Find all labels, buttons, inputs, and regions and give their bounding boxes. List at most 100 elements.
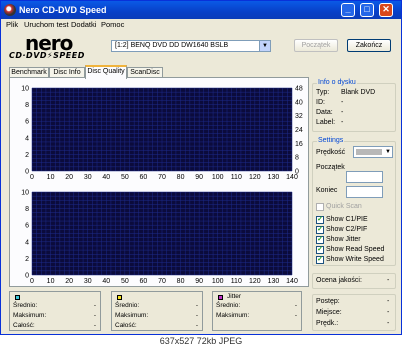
start-position-label: Początek [316, 164, 345, 171]
chart-0-y2-tick-label: 8 [295, 155, 299, 162]
speed-readout-label: Prędk.: [316, 320, 339, 327]
disc-date-label: Data: [316, 109, 333, 116]
c1-total-value: - [93, 322, 96, 329]
disc-label-label: Label: [316, 119, 336, 126]
chart-0-y-tick-label: 10 [21, 86, 29, 93]
menu-bar: Plik Uruchom test Dodatki Pomoc [1, 19, 401, 30]
chart-0-x-tick-label: 10 [47, 174, 55, 181]
position-label: Miejsce: [316, 309, 342, 316]
end-button[interactable]: Zakończ [347, 39, 391, 52]
nero-logo: nero CD·DVD⚡SPEED [9, 31, 104, 60]
chart-0-x-tick-label: 120 [249, 174, 261, 181]
chart-0-x-tick-label: 40 [102, 174, 110, 181]
chart-0-y-tick-label: 2 [25, 152, 29, 159]
chart-0-x-tick-label: 100 [212, 174, 224, 181]
jitter-maximum-value: - [294, 312, 297, 319]
speed-chevron-down-icon[interactable]: ▼ [385, 147, 391, 157]
minimize-button[interactable]: _ [341, 3, 355, 17]
quick-scan-checkbox[interactable] [316, 203, 324, 211]
chart-0-x-tick-label: 30 [84, 174, 92, 181]
chart-0-x-tick-label: 70 [158, 174, 166, 181]
drive-select[interactable]: [1:2] BENQ DVD DD DW1640 BSLB ▼ [111, 40, 271, 52]
c1-color-swatch [15, 295, 20, 300]
main-window: Nero CD-DVD Speed _ □ ✕ Plik Uruchom tes… [0, 0, 402, 335]
disc-label-value: - [341, 119, 344, 126]
chart-1-x-tick-label: 60 [140, 278, 148, 285]
show-jitter-checkbox[interactable] [316, 236, 324, 244]
disc-type-label: Typ: [316, 89, 330, 96]
c2-stats-box: Średnio: - Maksimum: - Całość: - [111, 291, 203, 331]
c1-maximum-value: - [93, 312, 96, 319]
c2-average-label: Średnio: [115, 302, 140, 309]
chart-0-y-tick-label: 8 [25, 102, 29, 109]
logo-cd-dvd-speed-text: CD·DVD⚡SPEED [9, 51, 85, 60]
disc-quality-panel: 0 10 20 30 40 50 60 70 80 90 100 110 120 130 140 0 2 4 6 8 1… [9, 77, 309, 287]
menu-help[interactable]: Pomoc [101, 20, 124, 29]
chart-1-x-tick-label: 110 [231, 278, 242, 285]
quick-scan-label: Quick Scan [326, 203, 362, 210]
quality-score-label: Ocena jakości: [316, 277, 362, 284]
chart-1-x-tick-label: 30 [84, 278, 92, 285]
chart-1-y-tick-label: 2 [25, 256, 29, 263]
title-bar[interactable]: Nero CD-DVD Speed _ □ ✕ [1, 1, 401, 19]
chart-0-y-tick-label: 6 [25, 119, 29, 126]
show-c1-label: Show C1/PIE [326, 216, 368, 223]
chart-1-x-tick-label: 10 [47, 278, 55, 285]
chart-0-y2-tick-label: 0 [295, 169, 299, 176]
c1-maximum-label: Maksimum: [13, 312, 47, 319]
chart-1-x-tick-label: 40 [102, 278, 110, 285]
chart-1-y-tick-label: 8 [25, 206, 29, 213]
jitter-color-swatch [218, 295, 223, 300]
chart-1-x-tick-label: 80 [177, 278, 185, 285]
maximize-button[interactable]: □ [360, 3, 374, 17]
disc-date-value: - [341, 109, 344, 116]
jitter-average-label: Średnio: [216, 302, 241, 309]
chart-1-y-tick-label: 10 [21, 190, 29, 197]
chart-1-x-tick-label: 20 [65, 278, 73, 285]
chart-0-y2-tick-label: 40 [295, 99, 303, 106]
chart-0-x-tick-label: 50 [121, 174, 129, 181]
c1-average-value: - [93, 302, 96, 309]
progress-value: - [387, 298, 390, 305]
show-write-speed-checkbox[interactable] [316, 256, 324, 264]
chart-0-y2-tick-label: 24 [295, 127, 303, 134]
chart-0-x-tick-label: 60 [140, 174, 148, 181]
jitter-average-value: - [294, 302, 297, 309]
close-button[interactable]: ✕ [379, 3, 393, 17]
drive-select-value: [1:2] BENQ DVD DD DW1640 BSLB [115, 42, 229, 49]
menu-run-test[interactable]: Uruchom test [24, 20, 69, 29]
c2-color-swatch [117, 295, 122, 300]
chart-1-x-tick-label: 0 [30, 278, 34, 285]
show-write-speed-label: Show Write Speed [326, 256, 384, 263]
position-value: - [387, 309, 390, 316]
chart-1-x-tick-label: 50 [121, 278, 129, 285]
start-button[interactable]: Początek [294, 39, 338, 52]
disc-info-title: Info o dysku [317, 79, 357, 86]
chevron-down-icon[interactable]: ▼ [259, 41, 270, 51]
tab-disc-quality[interactable]: Disc Quality [85, 65, 127, 79]
speed-select[interactable]: ▼ [353, 146, 393, 158]
chart-1-x-tick-label: 70 [158, 278, 166, 285]
image-caption: 637x527 72kb JPEG [0, 335, 402, 348]
show-read-speed-checkbox[interactable] [316, 246, 324, 254]
settings-group: Settings Prędkość ▼ Początek Koniec Quic… [312, 137, 396, 266]
show-jitter-label: Show Jitter [326, 236, 361, 243]
quality-score-group: Ocena jakości: - [312, 273, 396, 289]
show-c1-checkbox[interactable] [316, 216, 324, 224]
menu-file[interactable]: Plik [6, 20, 18, 29]
start-position-input[interactable] [346, 171, 383, 183]
chart-0-x-tick-label: 80 [177, 174, 185, 181]
c1-total-label: Całość: [13, 322, 35, 329]
show-c2-checkbox[interactable] [316, 226, 324, 234]
end-position-label: Koniec [316, 187, 338, 194]
menu-extras[interactable]: Dodatki [71, 20, 96, 29]
quality-score-value: - [387, 277, 390, 284]
chart-1-x-tick-label: 100 [212, 278, 224, 285]
end-position-input[interactable] [346, 186, 383, 198]
jitter-maximum-label: Maksimum: [216, 312, 250, 319]
disc-app-icon [4, 4, 16, 16]
show-c2-label: Show C2/PIF [326, 226, 368, 233]
c2-maximum-value: - [195, 312, 198, 319]
chart-1-x-tick-label: 140 [286, 278, 298, 285]
chart-0-x-tick-label: 0 [30, 174, 34, 181]
